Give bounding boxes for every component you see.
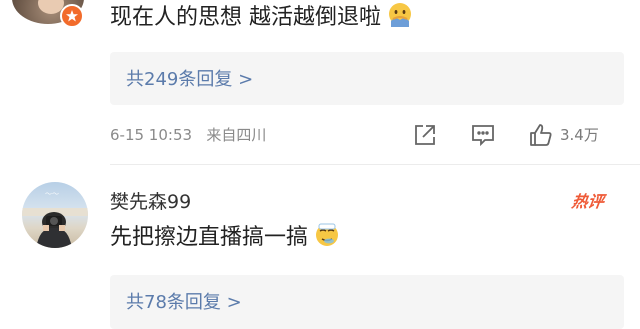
face-with-hand-over-mouth-emoji [387,2,413,28]
username[interactable]: 樊先森99 [110,187,191,214]
comment-icon[interactable] [470,122,496,148]
comment-text: 先把擦边直播搞一搞 [110,222,340,253]
share-icon[interactable] [412,122,438,148]
comment-text: 现在人的思想 越活越倒退啦 [110,2,413,33]
comment-divider [110,164,640,165]
svg-text:～～: ～～ [45,190,59,198]
replies-count-label: 共249条回复 > [126,69,254,90]
verified-badge-icon [60,4,84,28]
replies-count-label: 共78条回复 > [126,292,242,313]
view-replies-button[interactable]: 共249条回复 > [110,52,624,105]
like-count: 3.4万 [560,126,599,144]
comment-location: 来自四川 [206,126,267,144]
view-replies-button[interactable]: 共78条回复 > [110,275,624,329]
like-icon[interactable] [528,122,554,148]
comment-date: 6-15 10:53 [110,126,193,144]
comment-meta: 6-15 10:53 来自四川 [110,124,266,145]
hot-comment-badge: 热评 [570,192,606,211]
sick-face-emoji [314,222,340,248]
commenter-avatar[interactable]: ～～ [22,182,88,248]
